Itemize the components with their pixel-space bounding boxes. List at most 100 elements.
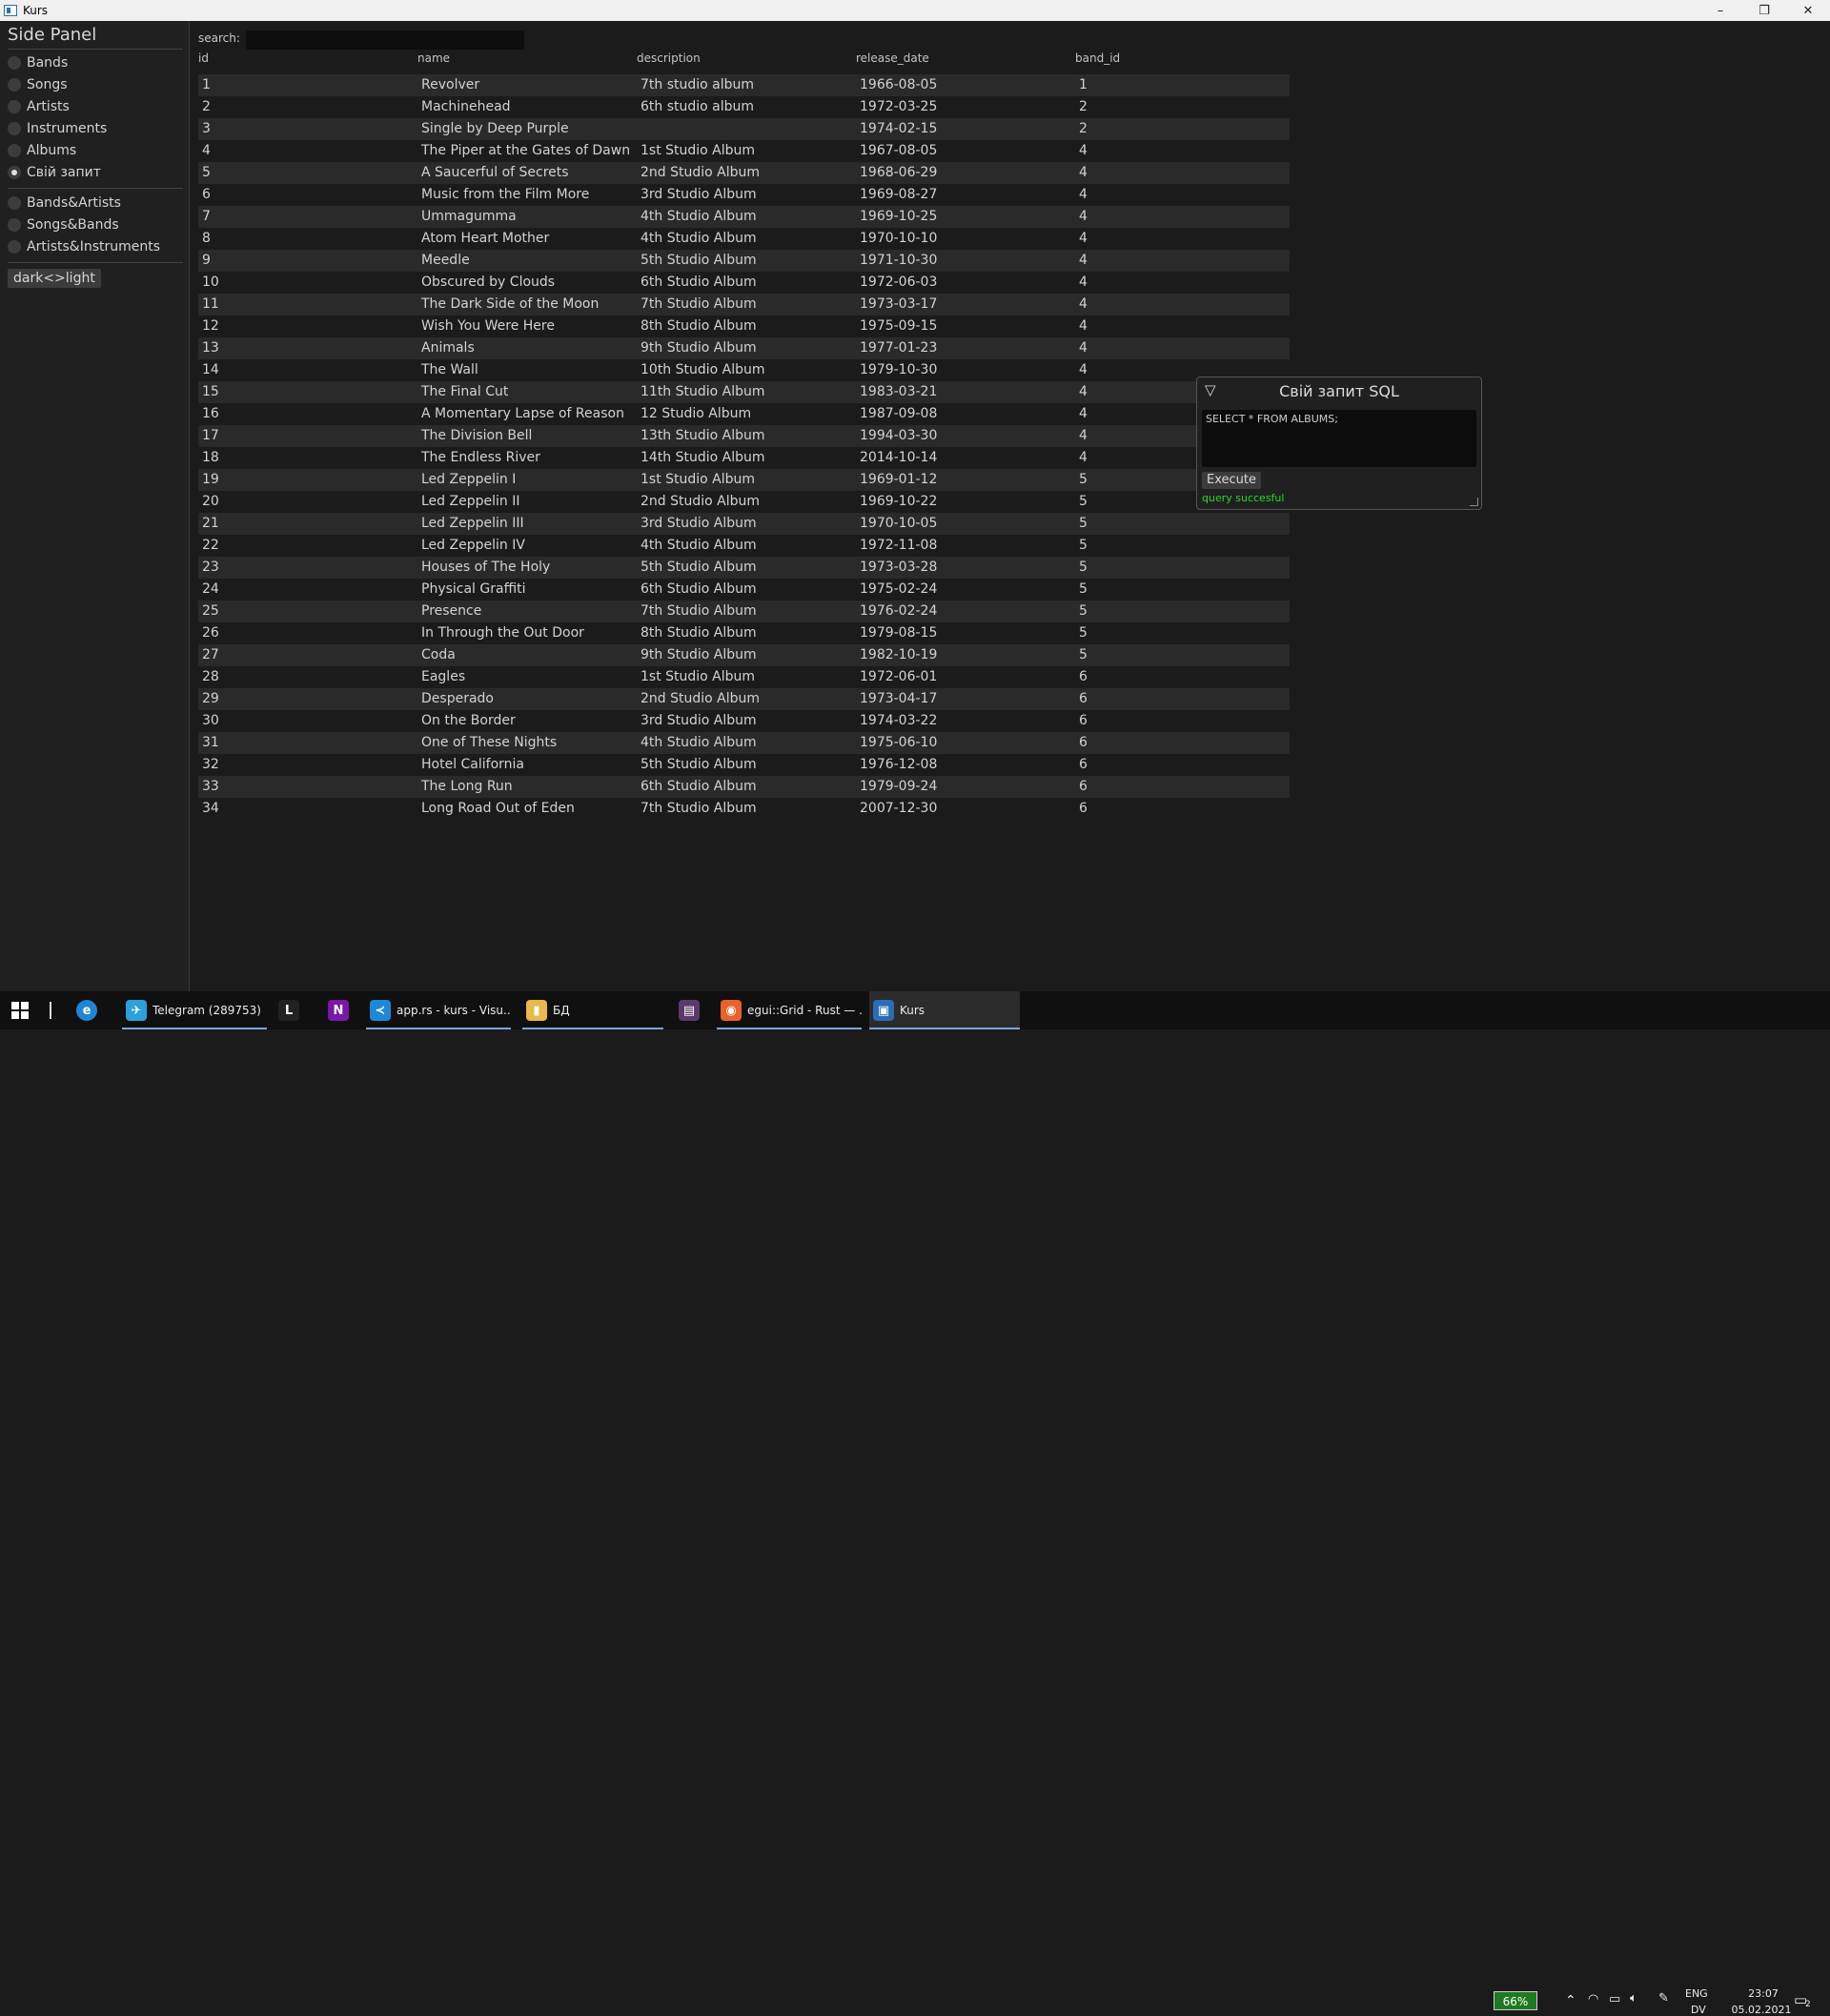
table-row[interactable]: 12 Wish You Were Here 8th Studio Album 1975… xyxy=(198,316,1290,337)
table-row[interactable]: 8 Atom Heart Mother 4th Studio Album 1970-1… xyxy=(198,228,1290,250)
table-row[interactable]: 25 Presence 7th Studio Album 1976-02-24 5 xyxy=(198,601,1290,622)
execute-button[interactable]: Execute xyxy=(1202,472,1261,489)
taskbar-item-label: БД xyxy=(553,1004,570,1017)
cell-description: 8th Studio Album xyxy=(640,625,757,641)
table-row[interactable]: 7 Ummagumma 4th Studio Album 1969-10-25 4 xyxy=(198,206,1290,228)
table-row[interactable]: 31 One of These Nights 4th Studio Album 197… xyxy=(198,732,1290,754)
taskbar-item-l-app[interactable]: L xyxy=(274,991,307,1029)
radio-bands[interactable]: Bands xyxy=(8,52,68,73)
minimize-button[interactable]: – xyxy=(1698,0,1742,21)
table-row[interactable]: 21 Led Zeppelin III 3rd Studio Album 1970-1… xyxy=(198,513,1290,535)
cell-id: 1 xyxy=(202,77,211,92)
start-button[interactable] xyxy=(11,991,34,1029)
maximize-button[interactable]: ❐ xyxy=(1742,0,1786,21)
column-header-name[interactable]: name xyxy=(417,51,450,65)
table-row[interactable]: 4 The Piper at the Gates of Dawn 1st Studi… xyxy=(198,140,1290,162)
table-row[interactable]: 18 The Endless River 14th Studio Album 2014… xyxy=(198,447,1290,469)
table-row[interactable]: 15 The Final Cut 11th Studio Album 1983-03-… xyxy=(198,381,1290,403)
cell-id: 13 xyxy=(202,340,219,356)
table-row[interactable]: 22 Led Zeppelin IV 4th Studio Album 1972-11… xyxy=(198,535,1290,557)
table-row[interactable]: 3 Single by Deep Purple 1974-02-15 2 xyxy=(198,118,1290,140)
table-row[interactable]: 17 The Division Bell 13th Studio Album 1994… xyxy=(198,425,1290,447)
radio-songs[interactable]: Songs xyxy=(8,74,68,95)
table-row[interactable]: 29 Desperado 2nd Studio Album 1973-04-17 6 xyxy=(198,688,1290,710)
battery-percent-badge[interactable]: 66% xyxy=(1494,1991,1537,2010)
table-row[interactable]: 9 Meedle 5th Studio Album 1971-10-30 4 xyxy=(198,250,1290,272)
table-row[interactable]: 5 A Saucerful of Secrets 2nd Studio Album 1… xyxy=(198,162,1290,184)
table-row[interactable]: 30 On the Border 3rd Studio Album 1974-03-2… xyxy=(198,710,1290,732)
battery-icon[interactable]: ▭ xyxy=(1609,1992,1620,2006)
cell-id: 25 xyxy=(202,603,219,619)
cell-name: In Through the Out Door xyxy=(421,625,584,641)
language-top[interactable]: ENG xyxy=(1685,1987,1708,2000)
clock-date[interactable]: 05.02.2021 xyxy=(1723,2004,1800,2016)
column-header-release-date[interactable]: release_date xyxy=(856,51,929,65)
taskbar-item-telegram[interactable]: ✈ Telegram (289753) xyxy=(122,991,267,1029)
table-row[interactable]: 28 Eagles 1st Studio Album 1972-06-01 6 xyxy=(198,666,1290,688)
column-header-description[interactable]: description xyxy=(637,51,701,65)
radio-custom-query[interactable]: Свій запит xyxy=(8,162,101,183)
table-row[interactable]: 33 The Long Run 6th Studio Album 1979-09-24… xyxy=(198,776,1290,798)
table-row[interactable]: 23 Houses of The Holy 5th Studio Album 1973… xyxy=(198,557,1290,579)
cell-band-id: 6 xyxy=(1079,669,1088,684)
table-row[interactable]: 1 Revolver 7th studio album 1966-08-05 1 xyxy=(198,74,1290,96)
query-status-text: query succesful xyxy=(1202,492,1285,504)
close-button[interactable]: ✕ xyxy=(1786,0,1830,21)
sql-query-input[interactable]: SELECT * FROM ALBUMS; xyxy=(1202,410,1476,467)
table-row[interactable]: 2 Machinehead 6th studio album 1972-03-25 2 xyxy=(198,96,1290,118)
clock-time[interactable]: 23:07 xyxy=(1735,1987,1792,2000)
taskbar-item-folder[interactable]: ▮ БД xyxy=(522,991,663,1029)
pen-icon[interactable]: ✎ xyxy=(1658,1991,1669,2006)
cell-id: 33 xyxy=(202,779,219,794)
radio-artists[interactable]: Artists xyxy=(8,96,70,117)
radio-albums[interactable]: Albums xyxy=(8,140,76,161)
table-row[interactable]: 11 The Dark Side of the Moon 7th Studio Al… xyxy=(198,294,1290,316)
resize-handle-icon[interactable] xyxy=(1470,498,1478,506)
column-header-band-id[interactable]: band_id xyxy=(1075,51,1120,65)
language-bottom[interactable]: DV xyxy=(1691,2004,1706,2016)
radio-songs-bands[interactable]: Songs&Bands xyxy=(8,214,119,235)
cell-description: 7th Studio Album xyxy=(640,801,757,816)
table-row[interactable]: 26 In Through the Out Door 8th Studio Albu… xyxy=(198,622,1290,644)
window-titlebar[interactable]: Kurs – ❐ ✕ xyxy=(0,0,1830,21)
table-row[interactable]: 20 Led Zeppelin II 2nd Studio Album 1969-10… xyxy=(198,491,1290,513)
cell-release-date: 1976-12-08 xyxy=(860,757,938,772)
radio-instruments[interactable]: Instruments xyxy=(8,118,107,139)
table-row[interactable]: 13 Animals 9th Studio Album 1977-01-23 4 xyxy=(198,337,1290,359)
cell-band-id: 5 xyxy=(1079,538,1088,553)
chevron-up-icon[interactable]: ⌃ xyxy=(1565,1993,1576,2008)
table-row[interactable]: 6 Music from the Film More 3rd Studio Albu… xyxy=(198,184,1290,206)
cell-name: Hotel California xyxy=(421,757,525,772)
edge-icon[interactable]: e xyxy=(76,991,103,1029)
table-row[interactable]: 24 Physical Graffiti 6th Studio Album 1975-… xyxy=(198,579,1290,601)
custom-sql-window[interactable]: ▽ Свій запит SQL SELECT * FROM ALBUMS; E… xyxy=(1196,377,1482,510)
table-row[interactable]: 34 Long Road Out of Eden 7th Studio Album 2… xyxy=(198,798,1290,820)
taskbar-item-onenote[interactable]: N xyxy=(324,991,356,1029)
taskbar-item-app[interactable]: ▤ xyxy=(675,991,707,1029)
taskbar-item-label: app.rs - kurs - Visu... xyxy=(396,1004,511,1017)
radio-artists-instruments[interactable]: Artists&Instruments xyxy=(8,236,160,257)
column-header-id[interactable]: id xyxy=(198,51,209,65)
taskbar-item-vscode[interactable]: ≺ app.rs - kurs - Visu... xyxy=(366,991,511,1029)
volume-icon[interactable]: 🔈︎ xyxy=(1630,1991,1637,2006)
table-row[interactable]: 19 Led Zeppelin I 1st Studio Album 1969-01-… xyxy=(198,469,1290,491)
theme-toggle-button[interactable]: dark<>light xyxy=(8,269,101,288)
network-icon[interactable]: ◠ xyxy=(1588,1992,1598,2006)
radio-circle-icon xyxy=(8,218,21,232)
search-input[interactable] xyxy=(246,31,524,50)
cell-name: The Endless River xyxy=(421,450,540,465)
table-row[interactable]: 32 Hotel California 5th Studio Album 1976-1… xyxy=(198,754,1290,776)
radio-bands-artists[interactable]: Bands&Artists xyxy=(8,193,121,214)
taskbar-item-firefox[interactable]: ◉ egui::Grid - Rust — ... xyxy=(717,991,862,1029)
table-row[interactable]: 14 The Wall 10th Studio Album 1979-10-30 4 xyxy=(198,359,1290,381)
collapse-triangle-icon[interactable]: ▽ xyxy=(1205,381,1216,398)
task-view-icon[interactable] xyxy=(50,991,55,1029)
cell-band-id: 6 xyxy=(1079,779,1088,794)
table-row[interactable]: 10 Obscured by Clouds 6th Studio Album 1972… xyxy=(198,272,1290,294)
cell-release-date: 1966-08-05 xyxy=(860,77,938,92)
sql-window-header[interactable]: ▽ Свій запит SQL xyxy=(1197,377,1481,404)
table-row[interactable]: 27 Coda 9th Studio Album 1982-10-19 5 xyxy=(198,644,1290,666)
table-row[interactable]: 16 A Momentary Lapse of Reason 12 Studio A… xyxy=(198,403,1290,425)
divider xyxy=(8,49,183,50)
taskbar-item-kurs-window[interactable]: ▣ Kurs xyxy=(869,991,1020,1029)
